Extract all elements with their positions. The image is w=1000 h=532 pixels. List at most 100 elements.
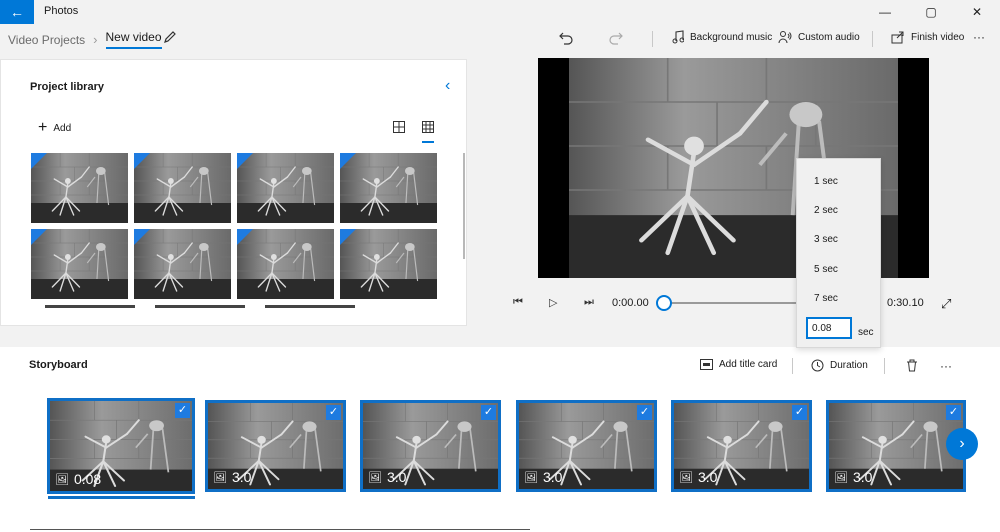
duration-option-2[interactable]: 2 sec: [814, 205, 838, 216]
library-thumbnail[interactable]: [340, 153, 437, 223]
library-scrollbar[interactable]: [463, 153, 465, 259]
seek-bar[interactable]: [665, 302, 805, 304]
close-button[interactable]: ✕: [954, 0, 1000, 24]
library-thumbnail[interactable]: [237, 153, 334, 223]
background-music-button[interactable]: Background music: [672, 30, 772, 44]
custom-audio-button[interactable]: Custom audio: [778, 30, 860, 44]
add-media-button[interactable]: + Add: [38, 119, 71, 137]
duration-option-5[interactable]: 5 sec: [814, 264, 838, 275]
duration-button[interactable]: Duration: [811, 359, 868, 372]
image-icon: 🖼: [213, 471, 227, 484]
library-thumbnail-partial: [155, 305, 245, 308]
duration-option-1[interactable]: 1 sec: [814, 176, 838, 187]
toolbar-separator: [652, 31, 653, 47]
close-icon: ✕: [971, 5, 983, 19]
background-music-label: Background music: [690, 31, 773, 43]
redo-icon: [609, 32, 623, 45]
duration-option-7[interactable]: 7 sec: [814, 293, 838, 304]
next-frame-button[interactable]: ⏭: [584, 296, 594, 309]
image-icon: 🖼: [834, 471, 848, 484]
music-note-icon: [672, 30, 684, 44]
redo-button[interactable]: [608, 30, 624, 51]
breadcrumb-current: New video: [105, 30, 162, 49]
project-library-title: Project library: [30, 81, 104, 93]
used-indicator: [31, 153, 47, 169]
delete-clip-button[interactable]: [906, 359, 918, 372]
storyboard-clip[interactable]: ✓ 🖼 3.0: [671, 400, 812, 492]
previous-frame-icon: ⏮: [513, 296, 523, 308]
clip-duration: 3.0: [542, 469, 563, 485]
library-thumbnail[interactable]: [134, 229, 231, 299]
storyboard-clip[interactable]: ✓ 🖼 3.0: [205, 400, 346, 492]
storyboard-separator: [792, 358, 793, 374]
more-icon: ···: [940, 359, 952, 373]
library-thumbnail[interactable]: [340, 229, 437, 299]
chevron-right-icon: ›: [959, 435, 965, 452]
checkmark-icon[interactable]: ✓: [175, 403, 190, 418]
used-indicator: [340, 229, 356, 245]
duration-option-3[interactable]: 3 sec: [814, 234, 838, 245]
clip-duration: 3.0: [852, 469, 873, 485]
checkmark-icon[interactable]: ✓: [946, 405, 961, 420]
clip-duration: 3.0: [231, 469, 252, 485]
storyboard-clip[interactable]: ✓ 🖼 0.08: [47, 398, 195, 494]
library-thumbnail[interactable]: [134, 153, 231, 223]
used-indicator: [31, 229, 47, 245]
minimize-button[interactable]: —: [862, 0, 908, 24]
maximize-button[interactable]: ▢: [908, 0, 954, 24]
project-library-panel: Project library ‹ + Add: [0, 59, 467, 326]
image-icon: 🖼: [368, 471, 382, 484]
checkmark-icon[interactable]: ✓: [637, 405, 652, 420]
breadcrumb-separator: ›: [93, 32, 98, 47]
total-time: 0:30.10: [887, 297, 924, 309]
library-thumbnail[interactable]: [237, 229, 334, 299]
library-thumbnail-partial: [265, 305, 355, 308]
storyboard-next-button[interactable]: ›: [946, 428, 978, 460]
finish-video-button[interactable]: Finish video: [891, 30, 964, 44]
storyboard-clip[interactable]: ✓ 🖼 3.0: [360, 400, 501, 492]
previous-frame-button[interactable]: ⏮: [513, 296, 523, 309]
title-card-icon: [700, 359, 713, 370]
current-time: 0:00.00: [612, 297, 649, 309]
play-button[interactable]: ▷: [549, 296, 557, 309]
checkmark-icon[interactable]: ✓: [326, 405, 341, 420]
large-thumbnails-toggle[interactable]: [393, 120, 405, 138]
storyboard-clip[interactable]: ✓ 🖼 3.0: [826, 400, 966, 492]
add-title-card-button[interactable]: Add title card: [700, 359, 777, 370]
checkmark-icon[interactable]: ✓: [481, 405, 496, 420]
checkmark-icon[interactable]: ✓: [792, 405, 807, 420]
grid-small-icon: [422, 121, 434, 133]
breadcrumb: Video Projects › New video: [8, 30, 162, 49]
collapse-library-button[interactable]: ‹: [445, 77, 450, 95]
next-frame-icon: ⏭: [584, 296, 594, 308]
storyboard-scrollbar[interactable]: [30, 529, 530, 530]
more-options-button[interactable]: ···: [973, 30, 985, 44]
back-arrow-icon: ←: [10, 4, 24, 20]
image-icon: 🖼: [55, 473, 69, 486]
pencil-icon: [164, 31, 176, 43]
custom-audio-label: Custom audio: [798, 31, 860, 43]
library-thumbnail[interactable]: [31, 153, 128, 223]
undo-button[interactable]: [558, 30, 574, 51]
small-thumbnails-toggle[interactable]: [422, 120, 434, 143]
trash-icon: [907, 359, 917, 372]
fullscreen-button[interactable]: ⤢: [941, 296, 951, 312]
breadcrumb-video-projects[interactable]: Video Projects: [8, 33, 85, 47]
more-icon: ···: [973, 30, 985, 44]
finish-video-label: Finish video: [911, 31, 965, 43]
rename-button[interactable]: [163, 30, 177, 49]
storyboard-separator: [884, 358, 885, 374]
seek-thumb[interactable]: [656, 295, 672, 311]
custom-duration-input[interactable]: [806, 317, 852, 339]
duration-dropdown: 1 sec 2 sec 3 sec 5 sec 7 sec sec: [796, 158, 881, 348]
used-indicator: [237, 153, 253, 169]
library-thumbnail[interactable]: [31, 229, 128, 299]
selected-clip-indicator: [48, 496, 195, 499]
used-indicator: [134, 153, 150, 169]
toolbar-separator: [872, 31, 873, 47]
person-audio-icon: [778, 31, 792, 44]
storyboard-more-button[interactable]: ···: [940, 359, 952, 373]
back-button[interactable]: ←: [0, 0, 34, 24]
chevron-left-icon: ‹: [445, 77, 451, 94]
storyboard-clip[interactable]: ✓ 🖼 3.0: [516, 400, 657, 492]
